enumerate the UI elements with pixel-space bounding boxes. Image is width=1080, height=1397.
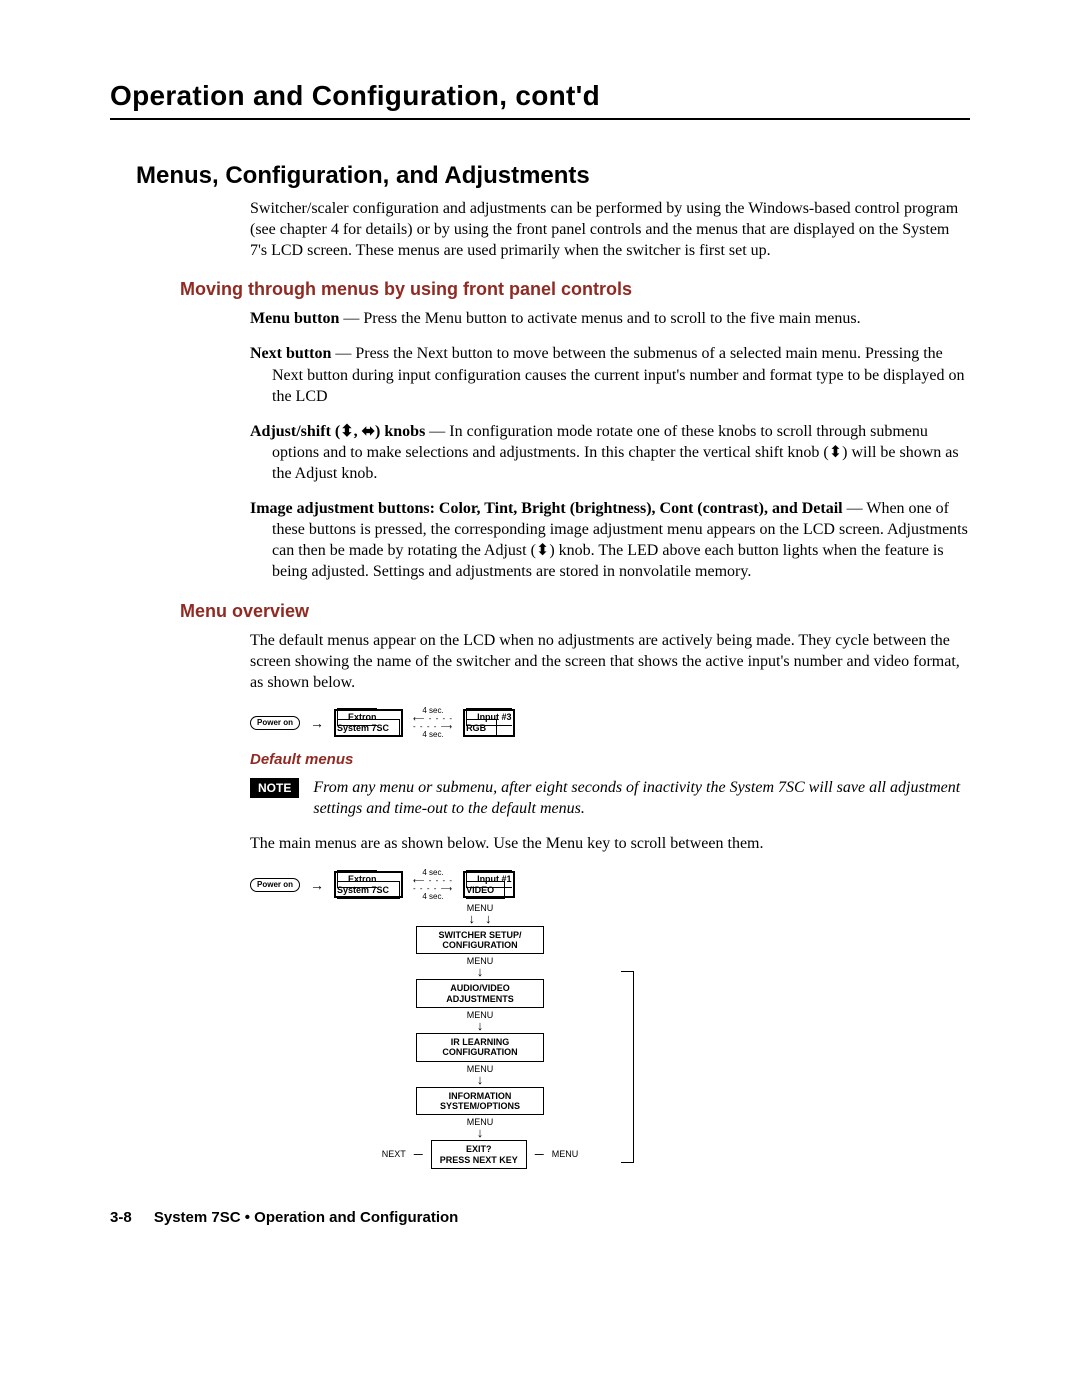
arrow-down-icon: ↓ bbox=[477, 1073, 484, 1086]
next-label: NEXT bbox=[382, 1149, 406, 1159]
loop-line bbox=[621, 971, 634, 1163]
power-on-pill: Power on bbox=[250, 716, 300, 730]
lcd-box-extron-2: ExtronSystem 7SC bbox=[334, 871, 403, 899]
header-rule bbox=[110, 118, 970, 120]
menu-side-label: MENU bbox=[552, 1149, 579, 1159]
lcd-box-extron: ExtronSystem 7SC bbox=[334, 709, 403, 737]
double-arrow-down-icon: ↓↓ bbox=[469, 913, 492, 926]
default-menus-diagram: Power on ExtronSystem 7SC 4 sec. ⟵ - - -… bbox=[250, 707, 970, 739]
flow-switcher-setup: SWITCHER SETUP/CONFIGURATION bbox=[416, 926, 544, 955]
flow-ir-learning: IR LEARNINGCONFIGURATION bbox=[416, 1033, 544, 1062]
note-text: From any menu or submenu, after eight se… bbox=[313, 778, 970, 820]
def-menu-button: Menu button — Press the Menu button to a… bbox=[250, 308, 970, 329]
section-title: Menus, Configuration, and Adjustments bbox=[136, 162, 970, 190]
def-menu-button-lead: Menu button bbox=[250, 310, 339, 327]
def-adjust-knobs: Adjust/shift (⬍, ⬌) knobs — In configura… bbox=[250, 421, 970, 484]
arrow-down-icon: ↓ bbox=[477, 1019, 484, 1032]
default-menus-heading: Default menus bbox=[250, 751, 970, 768]
note-block: NOTE From any menu or submenu, after eig… bbox=[250, 778, 970, 820]
overview-para1: The default menus appear on the LCD when… bbox=[250, 630, 970, 693]
flow-information: INFORMATIONSYSTEM/OPTIONS bbox=[416, 1087, 544, 1116]
def-next-button: Next button — Press the Next button to m… bbox=[250, 343, 970, 406]
lcd-box-input1: Input #1VIDEO bbox=[463, 871, 515, 899]
section-intro: Switcher/scaler configuration and adjust… bbox=[250, 198, 970, 261]
flow-column: MENU ↓↓ SWITCHER SETUP/CONFIGURATION MEN… bbox=[340, 901, 620, 1169]
flow-av-adjustments: AUDIO/VIDEOADJUSTMENTS bbox=[416, 979, 544, 1008]
arrow-right-icon bbox=[310, 715, 324, 731]
arrow-right-icon bbox=[310, 877, 324, 893]
cycle-arrows-icon: 4 sec. ⟵ - - - - - - - - ⟶ 4 sec. bbox=[413, 707, 453, 739]
page-number: 3-8 bbox=[110, 1209, 132, 1226]
footer-text: System 7SC • Operation and Configuration bbox=[154, 1209, 458, 1226]
def-image-buttons: Image adjustment buttons: Color, Tint, B… bbox=[250, 498, 970, 582]
overview-heading: Menu overview bbox=[180, 601, 970, 622]
def-menu-button-body: — Press the Menu button to activate menu… bbox=[339, 310, 860, 327]
moving-heading: Moving through menus by using front pane… bbox=[180, 279, 970, 300]
power-on-pill-2: Power on bbox=[250, 878, 300, 892]
arrow-down-icon: ↓ bbox=[477, 965, 484, 978]
arrow-down-icon: ↓ bbox=[477, 1126, 484, 1139]
flow-exit: NEXT — EXIT?PRESS NEXT KEY — MENU bbox=[382, 1140, 579, 1169]
def-image-lead: Image adjustment buttons: Color, Tint, B… bbox=[250, 500, 843, 517]
cycle-arrows-icon: 4 sec. ⟵ - - - - - - - - ⟶ 4 sec. bbox=[413, 869, 453, 901]
overview-para2: The main menus are as shown below. Use t… bbox=[250, 833, 970, 854]
page-header-title: Operation and Configuration, cont'd bbox=[110, 80, 970, 112]
page-footer: 3-8 System 7SC • Operation and Configura… bbox=[110, 1209, 970, 1226]
lcd-box-input3: Input #3RGB bbox=[463, 709, 515, 737]
def-next-button-lead: Next button bbox=[250, 345, 331, 362]
def-adjust-lead: Adjust/shift (⬍, ⬌) knobs bbox=[250, 423, 425, 440]
page: Operation and Configuration, cont'd Menu… bbox=[0, 0, 1080, 1266]
main-menus-flowchart: Power on ExtronSystem 7SC 4 sec. ⟵ - - -… bbox=[250, 869, 970, 1169]
def-next-button-body: — Press the Next button to move between … bbox=[272, 345, 965, 404]
note-badge: NOTE bbox=[250, 778, 299, 798]
